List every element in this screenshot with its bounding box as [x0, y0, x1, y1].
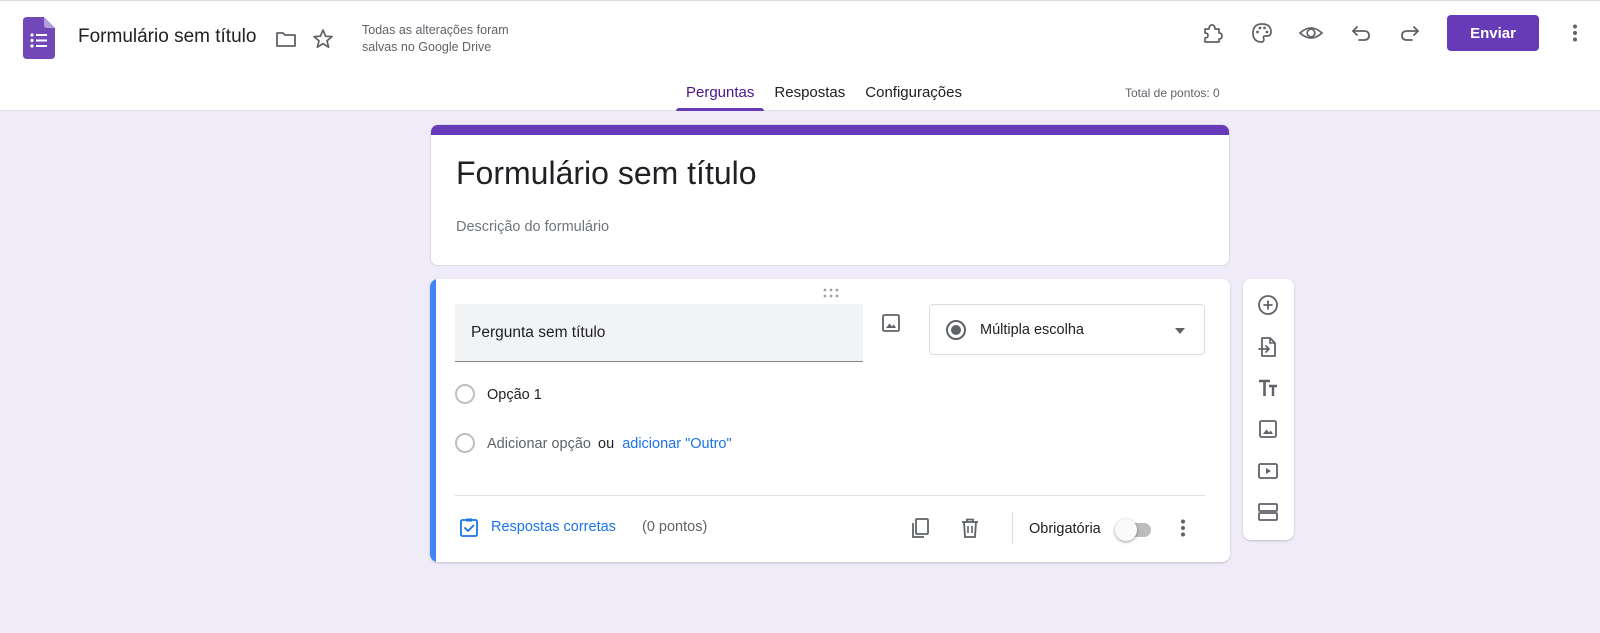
- more-vert-icon[interactable]: [1557, 15, 1593, 51]
- add-option-row: Adicionar opção ou adicionar "Outro": [487, 436, 732, 452]
- add-video-icon[interactable]: [1250, 453, 1286, 489]
- add-other-link[interactable]: adicionar "Outro": [622, 436, 731, 452]
- add-option-radio: [455, 433, 475, 453]
- add-section-icon[interactable]: [1250, 494, 1286, 530]
- question-card: Pergunta sem título Múltipla escolha Opç…: [430, 279, 1230, 562]
- toggle-knob: [1115, 519, 1137, 541]
- or-text: ou: [598, 436, 615, 452]
- form-title[interactable]: Formulário sem título: [456, 155, 757, 192]
- add-image-icon[interactable]: [1250, 411, 1286, 447]
- app-header: Formulário sem título Todas as alteraçõe…: [0, 0, 1600, 111]
- required-label: Obrigatória: [1029, 521, 1101, 537]
- forms-logo-icon[interactable]: [23, 17, 55, 59]
- redo-icon[interactable]: [1392, 15, 1428, 51]
- answer-key-button[interactable]: Respostas corretas: [457, 515, 616, 539]
- folder-icon[interactable]: [268, 21, 304, 57]
- delete-icon[interactable]: [952, 510, 988, 546]
- send-button[interactable]: Enviar: [1447, 15, 1539, 51]
- side-toolbar: [1243, 279, 1294, 540]
- question-type-label: Múltipla escolha: [980, 322, 1084, 338]
- tab-bar: Perguntas Respostas Configurações: [676, 71, 972, 112]
- answer-key-label: Respostas corretas: [491, 519, 616, 535]
- dropdown-arrow-icon: [1175, 328, 1185, 334]
- import-questions-icon[interactable]: [1250, 329, 1286, 365]
- tab-settings[interactable]: Configurações: [855, 71, 972, 112]
- question-title-input[interactable]: Pergunta sem título: [455, 304, 863, 362]
- footer-vertical-divider: [1012, 512, 1013, 544]
- undo-icon[interactable]: [1343, 15, 1379, 51]
- footer-divider: [455, 495, 1205, 496]
- doc-title[interactable]: Formulário sem título: [78, 26, 256, 48]
- addons-puzzle-icon[interactable]: [1195, 15, 1231, 51]
- accent-bar: [431, 125, 1229, 135]
- add-image-icon[interactable]: [879, 311, 903, 340]
- radio-checked-icon: [946, 320, 966, 340]
- add-question-icon[interactable]: [1250, 287, 1286, 323]
- add-option-link[interactable]: Adicionar opção: [487, 436, 591, 452]
- required-toggle[interactable]: [1115, 519, 1151, 541]
- tab-responses[interactable]: Respostas: [764, 71, 855, 112]
- active-question-indicator: [430, 279, 436, 562]
- question-type-select[interactable]: Múltipla escolha: [929, 304, 1205, 355]
- option-1-label[interactable]: Opção 1: [487, 387, 542, 403]
- drag-handle-icon[interactable]: [822, 286, 840, 304]
- points-total: Total de pontos: 0: [1125, 86, 1220, 100]
- question-points: (0 pontos): [642, 519, 708, 535]
- star-icon[interactable]: [305, 21, 341, 57]
- form-description-field[interactable]: Descrição do formulário: [456, 219, 609, 235]
- add-title-icon[interactable]: [1250, 370, 1286, 406]
- form-title-card: Formulário sem título Descrição do formu…: [430, 124, 1230, 266]
- answer-key-icon: [460, 518, 478, 537]
- option-radio: [455, 384, 475, 404]
- duplicate-icon[interactable]: [902, 510, 938, 546]
- preview-eye-icon[interactable]: [1293, 15, 1329, 51]
- palette-icon[interactable]: [1244, 15, 1280, 51]
- tab-questions[interactable]: Perguntas: [676, 71, 765, 112]
- save-status: Todas as alterações foram salvas no Goog…: [362, 23, 509, 54]
- question-more-icon[interactable]: [1165, 510, 1201, 546]
